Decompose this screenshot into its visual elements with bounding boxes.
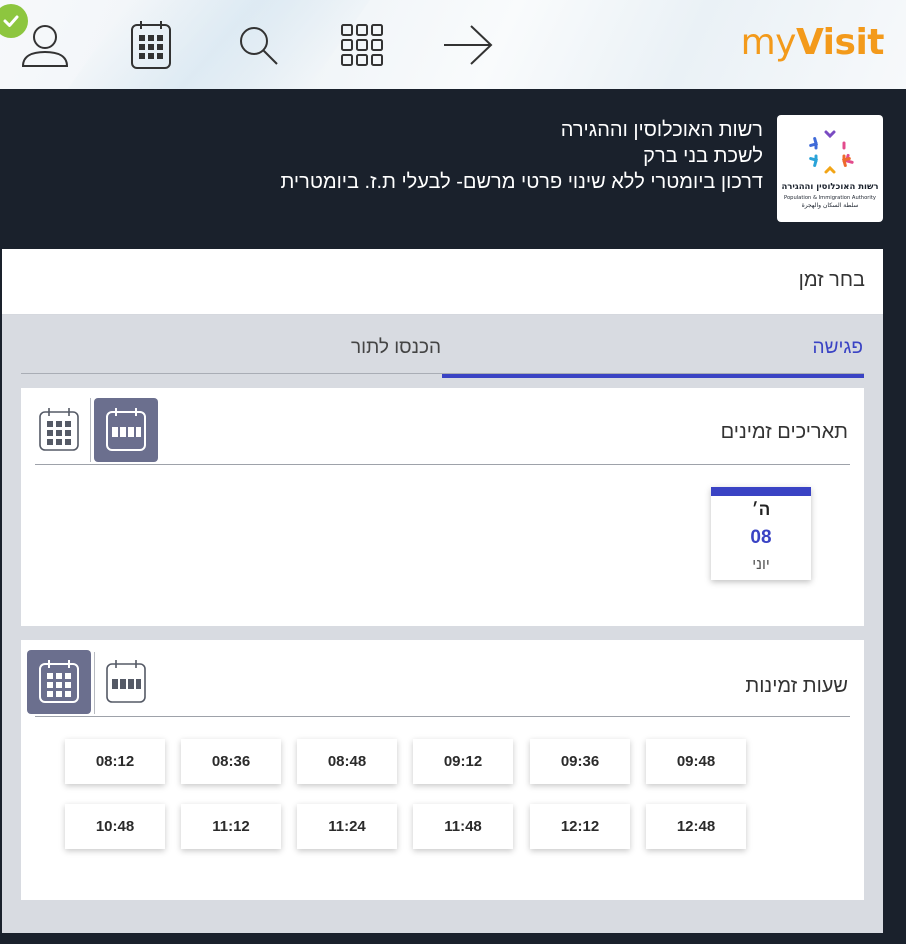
available-hours-title: שעות זמינות (745, 675, 848, 697)
time-slot[interactable]: 11:12 (181, 804, 281, 849)
time-slot[interactable]: 11:24 (297, 804, 397, 849)
time-slot[interactable]: 08:36 (181, 739, 281, 784)
date-weekday: ה׳ (751, 500, 771, 519)
time-slot[interactable]: 12:48 (646, 804, 746, 849)
time-slot[interactable]: 10:48 (65, 804, 165, 849)
time-slot[interactable]: 09:36 (530, 739, 630, 784)
time-slot[interactable]: 08:12 (65, 739, 165, 784)
time-slot[interactable]: 12:12 (530, 804, 630, 849)
time-slot[interactable]: 11:48 (413, 804, 513, 849)
tab-enter-queue[interactable]: הכנסו לתור (351, 337, 441, 359)
date-tile[interactable]: ה׳ 08 יוני (711, 487, 811, 580)
service-name: דרכון ביומטרי ללא שינוי פרטי מרשם- לבעלי… (280, 171, 763, 193)
card-divider (35, 716, 850, 717)
calendar-month-icon[interactable] (27, 398, 91, 462)
date-tile-accent (711, 487, 811, 496)
calendar-week-icon[interactable] (94, 398, 158, 462)
svg-text:Population & Immigration Autho: Population & Immigration Authority (784, 195, 876, 201)
time-slot[interactable]: 08:48 (297, 739, 397, 784)
office-header: רשות האוכלוסין וההגירה Population & Immi… (0, 89, 906, 249)
card-divider (35, 464, 850, 465)
svg-text:רשות האוכלוסין וההגירה: רשות האוכלוסין וההגירה (781, 182, 878, 192)
office-details: רשות האוכלוסין וההגירה לשכת בני ברק דרכו… (281, 117, 763, 195)
date-month: יוני (752, 556, 770, 573)
calendar-icon[interactable] (124, 18, 178, 72)
branch-name: לשכת בני ברק (643, 145, 763, 167)
authority-name: רשות האוכלוסין וההגירה (560, 119, 763, 141)
available-hours-card: שעות זמינות 09:48 09:36 09:12 08:48 08:3… (21, 640, 864, 900)
scrollbar-track[interactable] (883, 249, 906, 933)
toggle-divider (94, 652, 95, 714)
main-panel: פגישה הכנסו לתור תאריכים זמינים ה׳ 08 יו… (2, 315, 883, 933)
grid-menu-icon[interactable] (335, 18, 389, 72)
available-dates-title: תאריכים זמינים (720, 421, 848, 443)
svg-text:سلطة السكان والهجرة: سلطة السكان والهجرة (802, 202, 859, 209)
authority-logo: רשות האוכלוסין וההגירה Population & Immi… (777, 115, 883, 222)
page-footer-strip (0, 933, 906, 944)
time-slot[interactable]: 09:12 (413, 739, 513, 784)
search-icon[interactable] (231, 18, 285, 72)
calendar-week-icon[interactable] (94, 650, 158, 714)
date-number: 08 (750, 527, 772, 548)
tab-meeting[interactable]: פגישה (813, 337, 863, 359)
myvisit-logo: myVisit (740, 22, 885, 63)
available-dates-card: תאריכים זמינים ה׳ 08 יוני (21, 388, 864, 626)
active-tab-indicator (442, 374, 864, 378)
time-slot[interactable]: 09:48 (646, 739, 746, 784)
top-bar: myVisit (0, 0, 906, 89)
choose-time-label: בחר זמן (798, 269, 865, 291)
arrow-right-icon[interactable] (441, 18, 495, 72)
calendar-month-icon[interactable] (27, 650, 91, 714)
background-decoration (52, 0, 378, 89)
choose-time-header: בחר זמן (2, 249, 883, 315)
